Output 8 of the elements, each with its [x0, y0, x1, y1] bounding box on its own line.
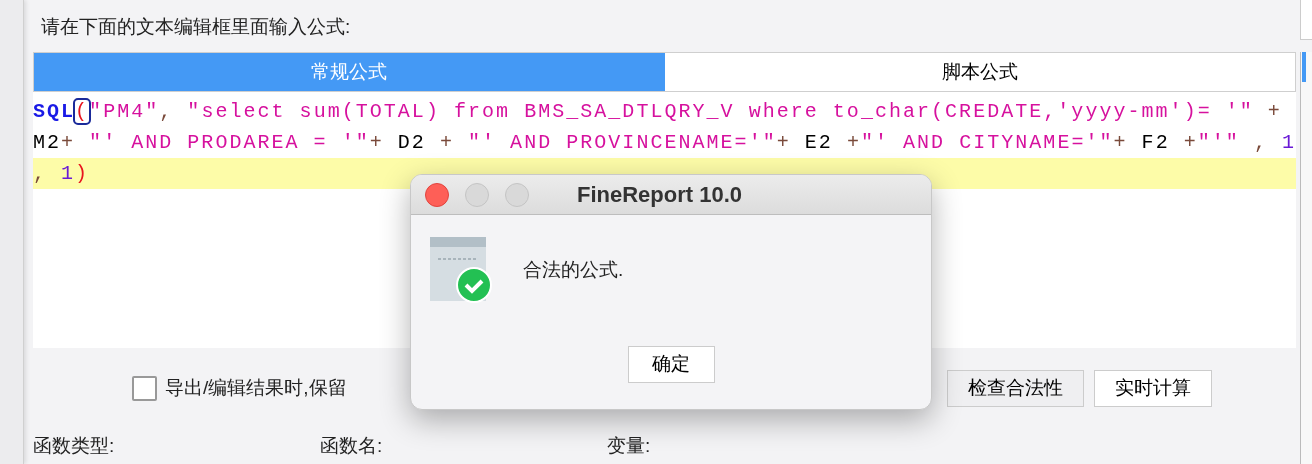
- option-label: 导出/编辑结果时,保留: [164, 375, 347, 400]
- section-label: 变量:: [606, 435, 651, 456]
- section-label: 函数类型:: [32, 435, 115, 456]
- dialog-message: 合法的公式.: [523, 257, 624, 282]
- section-label: 函数名:: [319, 435, 383, 456]
- code-line: SQL("PM4", "select sum(TOTAL) from BMS_SA_DTLQRY_V where to_char(CREDATE,'yyyy-mm')= '" +: [32, 99, 1283, 125]
- prompt-label: 请在下面的文本编辑框里面输入公式:: [40, 15, 351, 39]
- code-line: M2+ "' AND PRODAREA = '"+ D2 + "' AND PROVINCENAME='"+ E2 +"' AND CITYNAME='"+ F2 +"'" , 1: [32, 130, 1297, 156]
